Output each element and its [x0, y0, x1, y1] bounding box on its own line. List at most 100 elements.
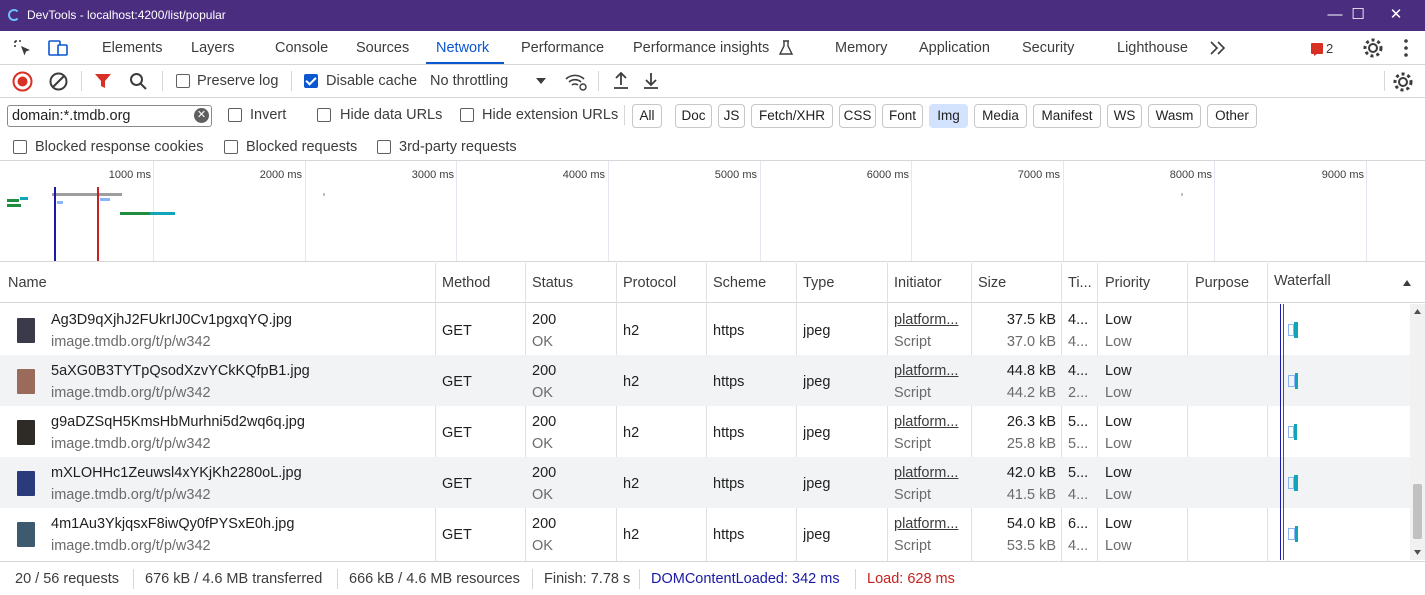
type-filter-fetch-xhr[interactable]: Fetch/XHR [751, 104, 833, 128]
request-initiator-link[interactable]: platform... [894, 516, 968, 532]
third-party-requests-label[interactable]: 3rd-party requests [399, 139, 517, 155]
request-initial-priority: Low [1105, 385, 1132, 401]
blocked-requests-label[interactable]: Blocked requests [246, 139, 357, 155]
scroll-down-arrow-icon[interactable] [1413, 549, 1422, 556]
overview-tick-label: 6000 ms [866, 169, 909, 181]
invert-label[interactable]: Invert [250, 107, 286, 123]
column-header-method[interactable]: Method [442, 275, 490, 291]
inspect-element-icon[interactable] [13, 39, 33, 57]
search-icon[interactable] [129, 72, 148, 91]
column-header-scheme[interactable]: Scheme [713, 275, 766, 291]
issues-count[interactable]: 2 [1326, 41, 1333, 56]
filter-input[interactable] [7, 105, 212, 127]
scroll-up-arrow-icon[interactable] [1413, 308, 1422, 315]
request-initiator-link[interactable]: platform... [894, 312, 968, 328]
request-time: 4... [1068, 363, 1089, 379]
network-overview[interactable]: 1000 ms 2000 ms 3000 ms 4000 ms 5000 ms … [0, 161, 1425, 262]
third-party-requests-checkbox[interactable] [377, 140, 391, 154]
request-name[interactable]: mXLOHHc1Zeuwsl4xYKjKh2280oL.jpg [51, 465, 302, 481]
column-header-initiator[interactable]: Initiator [894, 275, 942, 291]
request-initiator-link[interactable]: platform... [894, 414, 968, 430]
type-filter-ws[interactable]: WS [1107, 104, 1142, 128]
type-filter-js[interactable]: JS [718, 104, 745, 128]
column-header-waterfall[interactable]: Waterfall [1274, 273, 1331, 289]
tab-memory[interactable]: Memory [835, 40, 887, 56]
request-initiator-link[interactable]: platform... [894, 465, 968, 481]
table-row[interactable]: mXLOHHc1Zeuwsl4xYKjKh2280oL.jpg image.tm… [0, 457, 1410, 508]
column-header-type[interactable]: Type [803, 275, 834, 291]
type-filter-other[interactable]: Other [1207, 104, 1257, 128]
scrollbar-thumb[interactable] [1413, 484, 1422, 539]
device-toolbar-icon[interactable] [47, 39, 69, 57]
more-tabs-chevron-icon[interactable] [1209, 40, 1227, 56]
preserve-log-label[interactable]: Preserve log [197, 73, 278, 89]
network-conditions-icon[interactable] [564, 72, 588, 92]
tab-performance-insights[interactable]: Performance insights [633, 40, 769, 56]
preserve-log-checkbox[interactable] [176, 74, 190, 88]
sort-ascending-icon[interactable] [1402, 279, 1412, 287]
tab-elements[interactable]: Elements [102, 40, 162, 56]
vertical-scrollbar[interactable] [1410, 304, 1425, 560]
blocked-response-cookies-label[interactable]: Blocked response cookies [35, 139, 203, 155]
column-header-size[interactable]: Size [978, 275, 1006, 291]
tab-console[interactable]: Console [275, 40, 328, 56]
clear-filter-icon[interactable]: ✕ [194, 108, 209, 123]
hide-data-urls-label[interactable]: Hide data URLs [340, 107, 442, 123]
export-har-icon[interactable] [642, 71, 660, 91]
table-row[interactable]: Ag3D9qXjhJ2FUkrIJ0Cv1pgxqYQ.jpg image.tm… [0, 304, 1410, 355]
disable-cache-label[interactable]: Disable cache [326, 73, 417, 89]
settings-gear-icon[interactable] [1362, 37, 1384, 59]
throttling-select[interactable]: No throttling [430, 73, 508, 89]
type-filter-wasm[interactable]: Wasm [1148, 104, 1201, 128]
import-har-icon[interactable] [612, 71, 630, 91]
tab-lighthouse[interactable]: Lighthouse [1117, 40, 1188, 56]
table-row[interactable]: 5aXG0B3TYTpQsodXzvYCkKQfpB1.jpg image.tm… [0, 355, 1410, 406]
type-filter-css[interactable]: CSS [839, 104, 876, 128]
type-filter-all[interactable]: All [632, 104, 662, 128]
hide-extension-urls-checkbox[interactable] [460, 108, 474, 122]
network-settings-gear-icon[interactable] [1392, 71, 1414, 93]
column-header-name[interactable]: Name [8, 275, 47, 291]
request-name[interactable]: 5aXG0B3TYTpQsodXzvYCkKQfpB1.jpg [51, 363, 310, 379]
overview-bar [323, 193, 325, 196]
type-filter-doc[interactable]: Doc [675, 104, 712, 128]
type-filter-media[interactable]: Media [974, 104, 1027, 128]
type-filter-img[interactable]: Img [929, 104, 968, 128]
request-latency: 4... [1068, 487, 1089, 503]
stop-recording-icon[interactable] [12, 71, 33, 92]
chevron-down-icon[interactable] [535, 77, 547, 85]
blocked-requests-checkbox[interactable] [224, 140, 238, 154]
request-priority: Low [1105, 516, 1132, 532]
blocked-response-cookies-checkbox[interactable] [13, 140, 27, 154]
filter-icon[interactable] [94, 72, 112, 90]
hide-data-urls-checkbox[interactable] [317, 108, 331, 122]
invert-checkbox[interactable] [228, 108, 242, 122]
clear-log-icon[interactable] [48, 71, 69, 92]
column-header-purpose[interactable]: Purpose [1195, 275, 1249, 291]
tab-sources[interactable]: Sources [356, 40, 409, 56]
tab-security[interactable]: Security [1022, 40, 1074, 56]
close-window-button[interactable]: ✕ [1373, 4, 1419, 26]
tab-layers[interactable]: Layers [191, 40, 235, 56]
request-name[interactable]: g9aDZSqH5KmsHbMurhni5d2wq6q.jpg [51, 414, 305, 430]
column-header-priority[interactable]: Priority [1105, 275, 1150, 291]
type-filter-manifest[interactable]: Manifest [1033, 104, 1101, 128]
issues-icon[interactable] [1310, 42, 1324, 56]
column-header-status[interactable]: Status [532, 275, 573, 291]
request-initiator-link[interactable]: platform... [894, 363, 968, 379]
hide-extension-urls-label[interactable]: Hide extension URLs [482, 107, 618, 123]
tab-network[interactable]: Network [436, 40, 489, 56]
more-options-icon[interactable] [1402, 38, 1410, 58]
tab-application[interactable]: Application [919, 40, 990, 56]
column-header-time[interactable]: Ti... [1068, 275, 1092, 291]
table-row[interactable]: 4m1Au3YkjqsxF8iwQy0fPYSxE0h.jpg image.tm… [0, 508, 1410, 559]
request-name[interactable]: 4m1Au3YkjqsxF8iwQy0fPYSxE0h.jpg [51, 516, 294, 532]
tab-performance[interactable]: Performance [521, 40, 604, 56]
disable-cache-checkbox[interactable] [304, 74, 318, 88]
column-header-protocol[interactable]: Protocol [623, 275, 676, 291]
image-thumbnail [17, 318, 35, 343]
request-status-text: OK [532, 385, 553, 401]
type-filter-font[interactable]: Font [882, 104, 923, 128]
request-name[interactable]: Ag3D9qXjhJ2FUkrIJ0Cv1pgxqYQ.jpg [51, 312, 292, 328]
table-row[interactable]: g9aDZSqH5KmsHbMurhni5d2wq6q.jpg image.tm… [0, 406, 1410, 457]
